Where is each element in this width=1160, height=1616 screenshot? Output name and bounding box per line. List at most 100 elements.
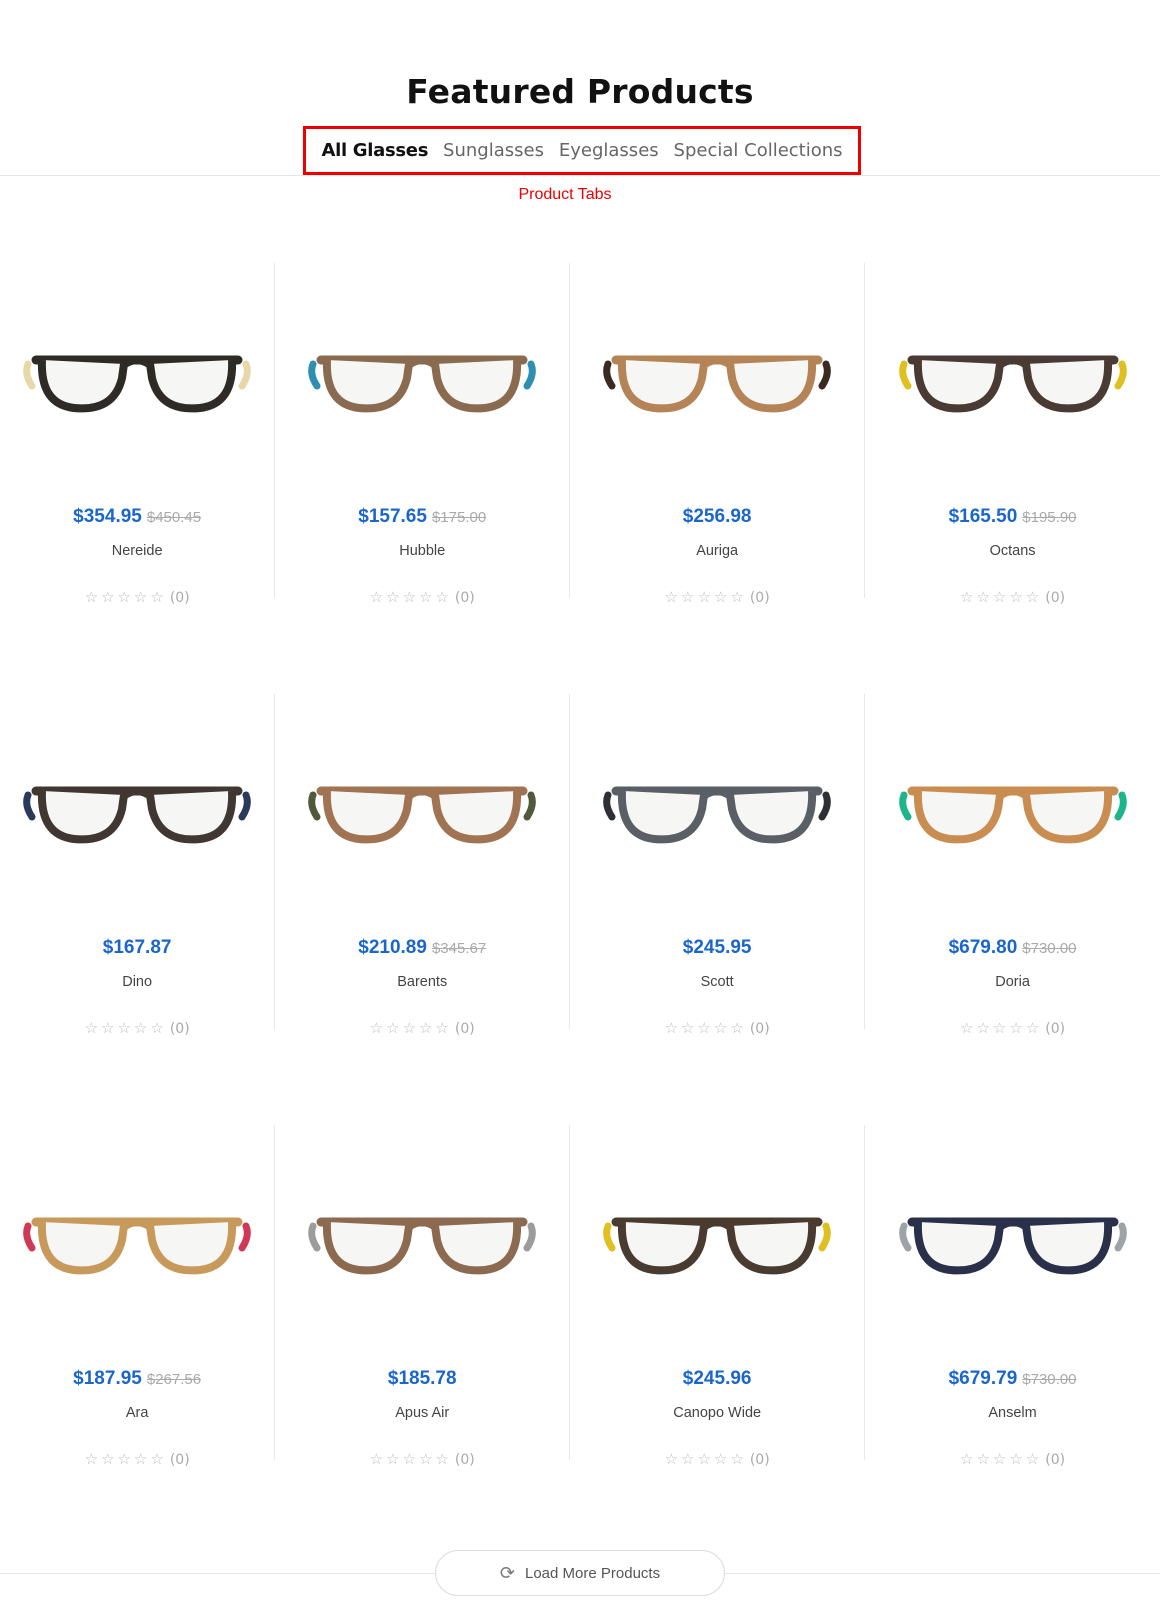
tab-sunglasses[interactable]: Sunglasses [443, 140, 544, 161]
product-image[interactable] [295, 279, 549, 479]
product-price-line: $210.89 $345.67 [275, 937, 569, 959]
product-name[interactable]: Apus Air [275, 1405, 569, 1421]
product-image[interactable] [590, 1141, 844, 1341]
product-name[interactable]: Octans [865, 543, 1160, 559]
product-image[interactable] [885, 279, 1140, 479]
product-rating: ☆☆☆☆☆ (0) [570, 588, 864, 606]
product-name[interactable]: Auriga [570, 543, 864, 559]
product-rating: ☆☆☆☆☆ (0) [275, 588, 569, 606]
product-old-price: $730.00 [1022, 1371, 1077, 1388]
load-more-label: Load More Products [525, 1564, 661, 1582]
product-price: $187.95 [73, 1368, 142, 1389]
product-rating: ☆☆☆☆☆ (0) [0, 588, 274, 606]
product-price: $679.80 [948, 937, 1018, 958]
product-card[interactable]: $187.95 $267.56 Ara ☆☆☆☆☆ (0) [0, 1125, 276, 1468]
product-card[interactable]: $354.95 $450.45 Nereide ☆☆☆☆☆ (0) [0, 263, 276, 606]
review-count: (0) [1045, 1021, 1066, 1037]
product-row: $354.95 $450.45 Nereide ☆☆☆☆☆ (0) $157.65 $175… [0, 263, 1160, 694]
product-card[interactable]: $679.79 $730.00 Anselm ☆☆☆☆☆ (0) [865, 1125, 1160, 1468]
product-old-price: $730.00 [1022, 940, 1077, 957]
product-card[interactable]: $185.78 Apus Air ☆☆☆☆☆ (0) [275, 1125, 571, 1468]
product-name[interactable]: Nereide [0, 543, 274, 559]
review-count: (0) [169, 1021, 190, 1037]
product-price-line: $165.50 $195.90 [865, 506, 1160, 528]
product-rating: ☆☆☆☆☆ (0) [570, 1450, 864, 1468]
star-rating-icon: ☆☆☆☆☆ [664, 1450, 747, 1468]
review-count: (0) [1045, 1452, 1066, 1468]
product-image[interactable] [885, 1141, 1140, 1341]
product-grid: $354.95 $450.45 Nereide ☆☆☆☆☆ (0) $157.65 $175… [0, 263, 1160, 1556]
product-price: $245.96 [682, 1368, 752, 1389]
product-price-line: $245.95 [570, 937, 864, 959]
product-row: $167.87 Dino ☆☆☆☆☆ (0) $210.89 $345.67 Barents… [0, 694, 1160, 1125]
product-old-price: $175.00 [431, 509, 487, 526]
product-image[interactable] [20, 279, 254, 479]
review-count: (0) [749, 1452, 770, 1468]
tab-special-collections[interactable]: Special Collections [674, 140, 843, 161]
product-card[interactable]: $256.98 Auriga ☆☆☆☆☆ (0) [570, 263, 866, 606]
product-card[interactable]: $679.80 $730.00 Doria ☆☆☆☆☆ (0) [865, 694, 1160, 1037]
product-price: $157.65 [358, 506, 427, 527]
product-image[interactable] [20, 710, 254, 910]
product-price-line: $256.98 [570, 506, 864, 528]
product-name[interactable]: Barents [275, 974, 569, 990]
product-image[interactable] [590, 279, 844, 479]
product-name[interactable]: Dino [0, 974, 274, 990]
product-price: $167.87 [102, 937, 172, 958]
star-rating-icon: ☆☆☆☆☆ [369, 1019, 452, 1037]
product-image[interactable] [295, 710, 549, 910]
review-count: (0) [749, 1021, 770, 1037]
product-name[interactable]: Hubble [275, 543, 569, 559]
product-old-price: $195.90 [1022, 509, 1077, 526]
tabs-divider [0, 175, 1160, 176]
product-card[interactable]: $165.50 $195.90 Octans ☆☆☆☆☆ (0) [865, 263, 1160, 606]
review-count: (0) [1045, 590, 1066, 606]
tab-all-glasses[interactable]: All Glasses [321, 140, 428, 161]
product-price-line: $354.95 $450.45 [0, 506, 274, 528]
product-tabs: All Glasses Sunglasses Eyeglasses Specia… [303, 126, 861, 175]
product-name[interactable]: Canopo Wide [570, 1405, 864, 1421]
annotation-label: Product Tabs [518, 186, 612, 203]
product-price-line: $679.80 $730.00 [865, 937, 1160, 959]
product-price-line: $679.79 $730.00 [865, 1368, 1160, 1390]
product-card[interactable]: $157.65 $175.00 Hubble ☆☆☆☆☆ (0) [275, 263, 571, 606]
product-rating: ☆☆☆☆☆ (0) [0, 1019, 274, 1037]
product-image[interactable] [885, 710, 1140, 910]
product-card[interactable]: $245.96 Canopo Wide ☆☆☆☆☆ (0) [570, 1125, 866, 1468]
star-rating-icon: ☆☆☆☆☆ [84, 588, 167, 606]
product-rating: ☆☆☆☆☆ (0) [865, 588, 1160, 606]
product-price-line: $187.95 $267.56 [0, 1368, 274, 1390]
product-name[interactable]: Ara [0, 1405, 274, 1421]
product-price-line: $167.87 [0, 937, 274, 959]
product-image[interactable] [590, 710, 844, 910]
review-count: (0) [749, 590, 770, 606]
review-count: (0) [454, 590, 475, 606]
product-rating: ☆☆☆☆☆ (0) [865, 1450, 1160, 1468]
star-rating-icon: ☆☆☆☆☆ [84, 1450, 167, 1468]
product-name[interactable]: Doria [865, 974, 1160, 990]
section-title: Featured Products [406, 72, 754, 111]
product-card[interactable]: $210.89 $345.67 Barents ☆☆☆☆☆ (0) [275, 694, 571, 1037]
product-card[interactable]: $245.95 Scott ☆☆☆☆☆ (0) [570, 694, 866, 1037]
product-price: $185.78 [387, 1368, 457, 1389]
review-count: (0) [169, 1452, 190, 1468]
product-price: $679.79 [948, 1368, 1018, 1389]
product-price-line: $157.65 $175.00 [275, 506, 569, 528]
refresh-icon: ⟳ [499, 1562, 515, 1583]
product-name[interactable]: Anselm [865, 1405, 1160, 1421]
product-price: $210.89 [358, 937, 427, 958]
product-old-price: $450.45 [146, 509, 202, 526]
load-more-button[interactable]: ⟳ Load More Products [435, 1550, 725, 1596]
product-card[interactable]: $167.87 Dino ☆☆☆☆☆ (0) [0, 694, 276, 1037]
star-rating-icon: ☆☆☆☆☆ [664, 588, 747, 606]
product-row: $187.95 $267.56 Ara ☆☆☆☆☆ (0) $185.78 Apus Air… [0, 1125, 1160, 1556]
star-rating-icon: ☆☆☆☆☆ [369, 1450, 452, 1468]
product-name[interactable]: Scott [570, 974, 864, 990]
product-image[interactable] [20, 1141, 254, 1341]
product-price-line: $245.96 [570, 1368, 864, 1390]
product-image[interactable] [295, 1141, 549, 1341]
product-price: $256.98 [682, 506, 752, 527]
star-rating-icon: ☆☆☆☆☆ [960, 1019, 1043, 1037]
tab-eyeglasses[interactable]: Eyeglasses [559, 140, 659, 161]
product-price-line: $185.78 [275, 1368, 569, 1390]
